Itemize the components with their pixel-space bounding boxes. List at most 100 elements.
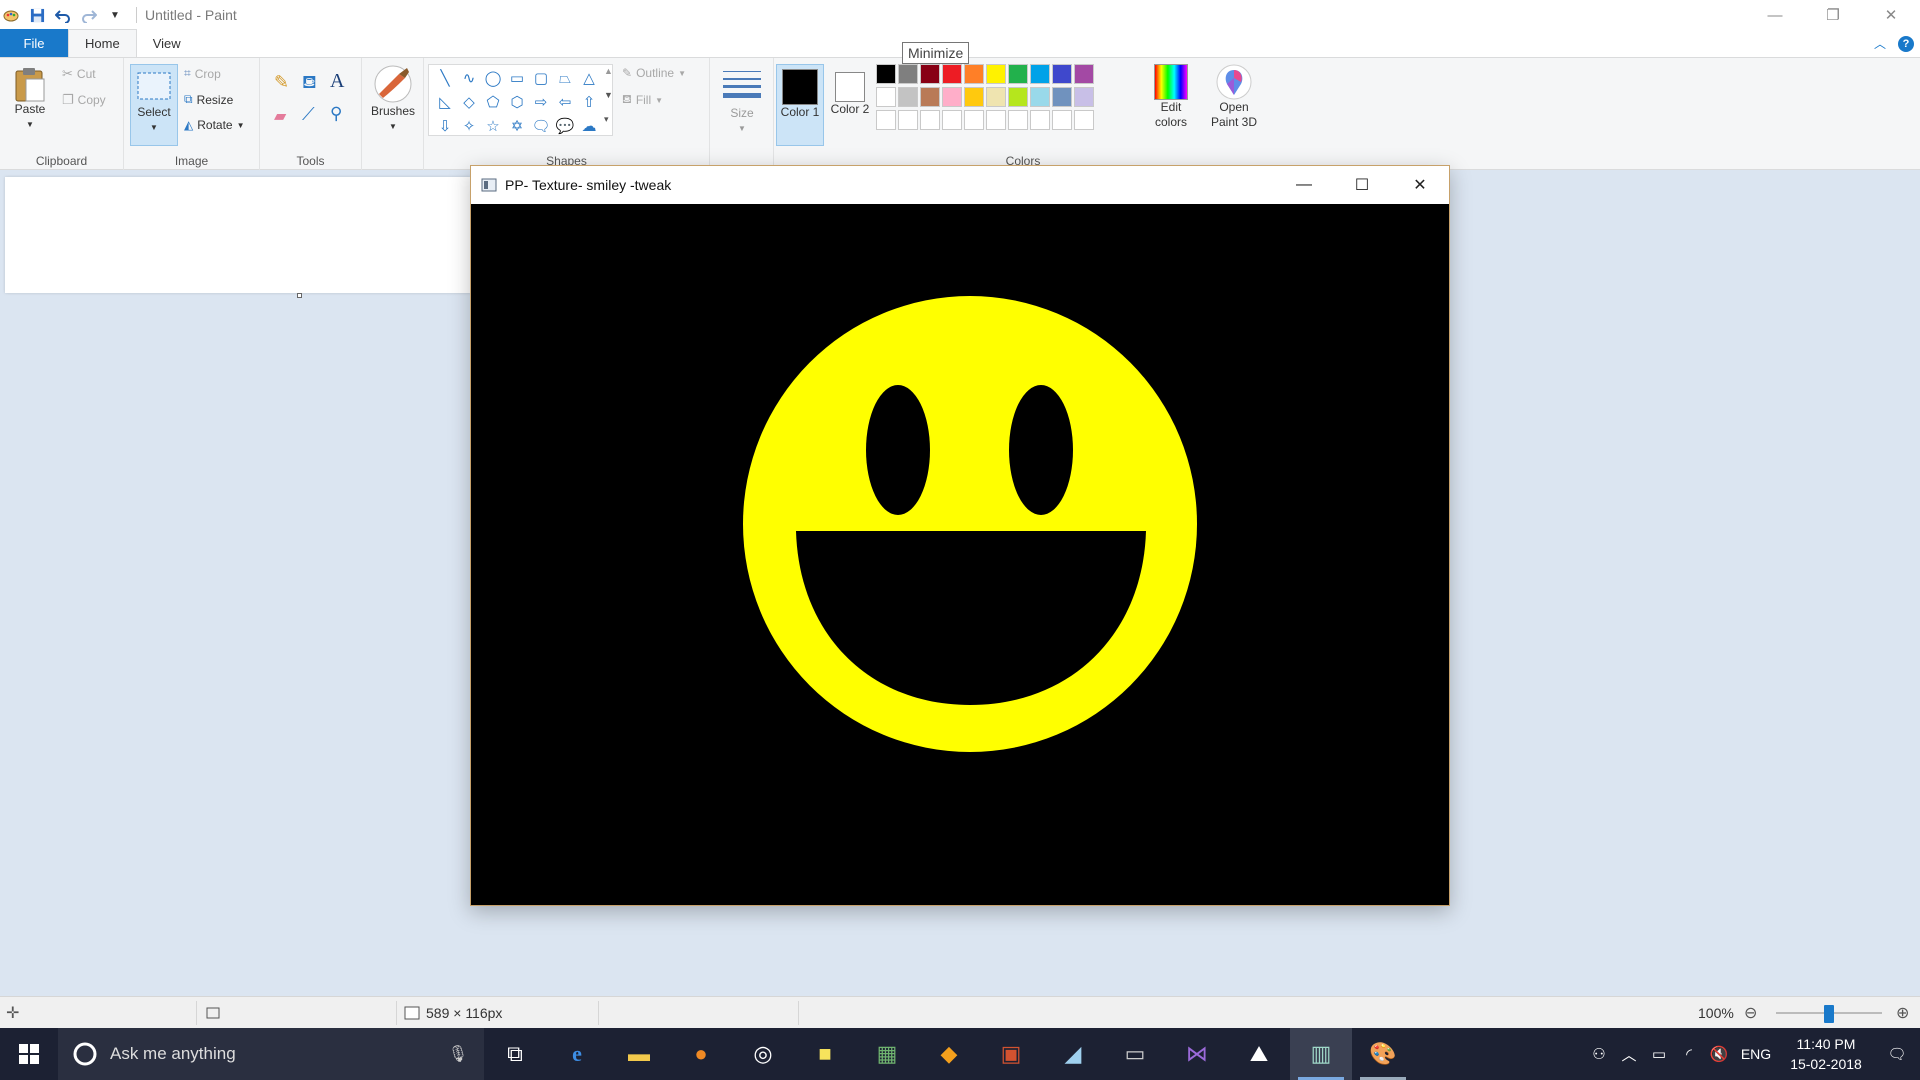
tab-home[interactable]: Home	[68, 29, 137, 57]
save-icon[interactable]	[28, 6, 46, 24]
diamond-shape-icon[interactable]: ◇	[457, 91, 481, 113]
wifi-icon[interactable]: ◜	[1674, 1028, 1704, 1080]
line-shape-icon[interactable]: ╲	[433, 67, 457, 89]
hexagon-shape-icon[interactable]: ⬡	[505, 91, 529, 113]
outline-button[interactable]: ✎ Outline ▼	[622, 66, 686, 80]
file-explorer-icon[interactable]: ▬	[608, 1028, 670, 1080]
right-triangle-shape-icon[interactable]: ◺	[433, 91, 457, 113]
volume-muted-icon[interactable]: 🔇	[1704, 1028, 1734, 1080]
oval-callout-shape-icon[interactable]: 💬	[553, 115, 577, 137]
palette-swatch[interactable]	[876, 110, 896, 130]
people-icon[interactable]: ⚇	[1584, 1028, 1614, 1080]
six-point-star-shape-icon[interactable]: ✡	[505, 115, 529, 137]
tab-file[interactable]: File	[0, 29, 68, 57]
palette-swatch[interactable]	[1052, 87, 1072, 107]
palette-swatch[interactable]	[1008, 87, 1028, 107]
palette-swatch[interactable]	[942, 64, 962, 84]
palette-swatch[interactable]	[1030, 87, 1050, 107]
task-view-icon[interactable]: ⧉	[484, 1028, 546, 1080]
palette-swatch[interactable]	[986, 64, 1006, 84]
rounded-rectangle-shape-icon[interactable]: ▢	[529, 67, 553, 89]
fill-button[interactable]: ⛾ Fill ▼	[622, 92, 663, 108]
firefox-icon[interactable]: ●	[670, 1028, 732, 1080]
texture-minimize-button[interactable]: —	[1275, 166, 1333, 204]
cut-button[interactable]: ✂ Cut	[62, 66, 96, 82]
rect-callout-shape-icon[interactable]: 🗨	[529, 115, 553, 137]
down-arrow-shape-icon[interactable]: ⇩	[433, 115, 457, 137]
palette-swatch[interactable]	[898, 87, 918, 107]
zoom-slider-thumb[interactable]	[1824, 1005, 1834, 1023]
command-prompt-icon[interactable]: ▭	[1104, 1028, 1166, 1080]
rectangle-shape-icon[interactable]: ▭	[505, 67, 529, 89]
texture-maximize-button[interactable]: ☐	[1333, 166, 1391, 204]
palette-swatch[interactable]	[1052, 64, 1072, 84]
minimize-button[interactable]: —	[1746, 0, 1804, 30]
show-hidden-icons-chevron-icon[interactable]: ︿	[1614, 1028, 1644, 1080]
restore-button[interactable]: ❐	[1804, 0, 1862, 30]
edge-browser-icon[interactable]: e	[546, 1028, 608, 1080]
clock[interactable]: 11:40 PM 15-02-2018	[1778, 1034, 1874, 1074]
select-button[interactable]: Select ▼	[130, 64, 178, 146]
polygon-shape-icon[interactable]: ⏢	[553, 67, 577, 89]
texture-window[interactable]: PP- Texture- smiley -tweak — ☐ ✕	[470, 165, 1450, 906]
action-center-icon[interactable]: 🗨	[1874, 1028, 1920, 1080]
palette-swatch[interactable]	[942, 110, 962, 130]
palette-swatch[interactable]	[964, 87, 984, 107]
palette-swatch[interactable]	[964, 110, 984, 130]
palette-swatch[interactable]	[986, 87, 1006, 107]
color2-button[interactable]: Color 2	[826, 64, 874, 146]
resize-button[interactable]: ⧉ Resize	[184, 92, 233, 107]
palette-swatch[interactable]	[876, 64, 896, 84]
blender-icon[interactable]: ◢	[1042, 1028, 1104, 1080]
text-tool-icon[interactable]: A	[330, 70, 344, 93]
zoom-in-icon[interactable]: ⊕	[1896, 997, 1909, 1029]
up-arrow-shape-icon[interactable]: ⇧	[577, 91, 601, 113]
cloud-callout-shape-icon[interactable]: ☁	[577, 115, 601, 137]
pentagon-shape-icon[interactable]: ⬠	[481, 91, 505, 113]
color1-button[interactable]: Color 1	[776, 64, 824, 146]
image-viewer-icon[interactable]: ▦	[856, 1028, 918, 1080]
palette-swatch[interactable]	[920, 64, 940, 84]
edit-colors-button[interactable]: Edit colors	[1146, 64, 1196, 130]
curve-shape-icon[interactable]: ∿	[457, 67, 481, 89]
microphone-icon[interactable]: 🎙	[448, 1044, 468, 1064]
size-button[interactable]: Size ▼	[718, 68, 766, 136]
copy-button[interactable]: ❐ Copy	[62, 92, 106, 108]
paint-app-icon[interactable]	[2, 6, 20, 24]
texture-close-button[interactable]: ✕	[1391, 166, 1449, 204]
shapes-expand-icon[interactable]: ▾	[604, 114, 609, 125]
undo-icon[interactable]	[54, 6, 72, 24]
palette-swatch[interactable]	[920, 87, 940, 107]
tab-view[interactable]: View	[137, 29, 197, 57]
five-point-star-shape-icon[interactable]: ☆	[481, 115, 505, 137]
palette-swatch[interactable]	[942, 87, 962, 107]
shapes-scroll-up-icon[interactable]: ▲	[604, 66, 613, 76]
texture-app-icon[interactable]: ▥	[1290, 1028, 1352, 1080]
palette-swatch[interactable]	[920, 110, 940, 130]
visual-studio-icon[interactable]: ⋈	[1166, 1028, 1228, 1080]
palette-swatch[interactable]	[964, 64, 984, 84]
palette-swatch[interactable]	[1008, 64, 1028, 84]
canvas-resize-handle[interactable]	[297, 293, 302, 298]
palette-swatch[interactable]	[1074, 64, 1094, 84]
left-arrow-shape-icon[interactable]: ⇦	[553, 91, 577, 113]
zoom-out-icon[interactable]: ⊖	[1744, 997, 1757, 1029]
cortana-search-box[interactable]: Ask me anything 🎙	[58, 1028, 484, 1080]
shapes-scroll-down-icon[interactable]: ▼	[604, 90, 613, 100]
open-paint3d-button[interactable]: Open Paint 3D	[1204, 64, 1264, 130]
fill-bucket-icon[interactable]: ⛾	[302, 72, 317, 96]
photos-icon[interactable]: ⛰	[1228, 1028, 1290, 1080]
palette-swatch[interactable]	[1074, 87, 1094, 107]
battery-icon[interactable]: ▭	[1644, 1028, 1674, 1080]
palette-swatch[interactable]	[1052, 110, 1072, 130]
palette-swatch[interactable]	[898, 64, 918, 84]
sticky-notes-icon[interactable]: ■	[794, 1028, 856, 1080]
magnifier-icon[interactable]: ⚲	[330, 104, 342, 124]
close-button[interactable]: ✕	[1862, 0, 1920, 30]
palette-swatch[interactable]	[1008, 110, 1028, 130]
crop-button[interactable]: ⌗ Crop	[184, 66, 221, 81]
palette-swatch[interactable]	[1074, 110, 1094, 130]
brushes-button[interactable]: Brushes ▼	[368, 64, 418, 134]
palette-swatch[interactable]	[1030, 64, 1050, 84]
triangle-shape-icon[interactable]: △	[577, 67, 601, 89]
